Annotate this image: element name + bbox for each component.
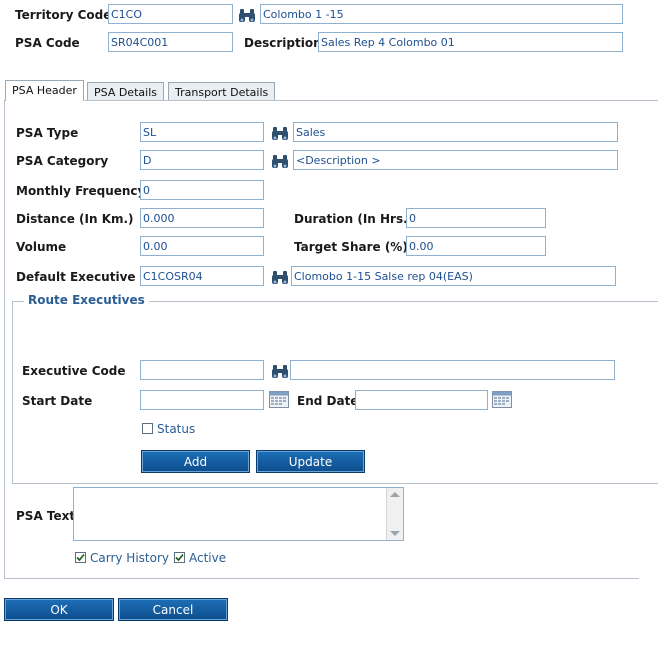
duration-input[interactable]: 0: [406, 208, 546, 228]
territory-lookup-binoculars-icon[interactable]: [237, 8, 257, 24]
default-executive-code-input[interactable]: C1COSR04: [140, 266, 264, 286]
route-executives-legend: Route Executives: [24, 293, 149, 307]
target-share-input[interactable]: 0.00: [406, 236, 546, 256]
panel-bottom-border: [4, 578, 639, 579]
description-label: Description: [244, 36, 322, 50]
monthly-frequency-label: Monthly Frequency: [16, 184, 146, 198]
default-executive-label: Default Executive: [16, 270, 136, 284]
volume-label: Volume: [16, 240, 67, 254]
psa-type-description-input[interactable]: Sales: [293, 122, 618, 142]
active-label: Active: [189, 551, 227, 565]
scroll-up-arrow-icon[interactable]: [390, 492, 400, 497]
psa-code-label: PSA Code: [15, 36, 80, 50]
scroll-down-arrow-icon[interactable]: [390, 531, 400, 536]
volume-input[interactable]: 0.00: [140, 236, 264, 256]
add-button[interactable]: Add: [141, 450, 250, 473]
psa-text-scrollbar[interactable]: [386, 488, 403, 540]
executive-code-label: Executive Code: [22, 364, 126, 378]
tab-psa-header[interactable]: PSA Header: [5, 80, 84, 101]
cancel-button[interactable]: Cancel: [118, 598, 228, 621]
psa-category-label: PSA Category: [16, 154, 109, 168]
active-checkbox[interactable]: [174, 552, 185, 563]
psa-category-lookup-binoculars-icon[interactable]: [270, 154, 290, 170]
end-date-input[interactable]: [355, 390, 488, 410]
duration-label: Duration (In Hrs.): [294, 212, 414, 226]
panel-left-border: [4, 100, 5, 578]
check-mark-icon: [76, 553, 85, 562]
tab-strip-border: [83, 100, 658, 101]
default-executive-lookup-binoculars-icon[interactable]: [270, 270, 290, 286]
psa-type-lookup-binoculars-icon[interactable]: [270, 126, 290, 142]
executive-description-input[interactable]: [290, 360, 615, 380]
territory-code-label: Territory Code: [15, 8, 112, 22]
executive-code-input[interactable]: [140, 360, 264, 380]
carry-history-checkbox[interactable]: [75, 552, 86, 563]
territory-description-input[interactable]: Colombo 1 -15: [260, 4, 623, 24]
territory-code-input[interactable]: C1CO: [108, 4, 233, 24]
end-date-calendar-icon[interactable]: [492, 391, 512, 408]
psa-category-code-input[interactable]: D: [140, 150, 264, 170]
monthly-frequency-input[interactable]: 0: [140, 180, 264, 200]
status-checkbox[interactable]: [142, 423, 153, 434]
ok-button[interactable]: OK: [4, 598, 114, 621]
psa-code-input[interactable]: SR04C001: [108, 32, 233, 52]
start-date-input[interactable]: [140, 390, 264, 410]
psa-text-label: PSA Text: [16, 509, 76, 523]
update-button[interactable]: Update: [256, 450, 365, 473]
psa-category-description-input[interactable]: <Description >: [293, 150, 618, 170]
description-input[interactable]: Sales Rep 4 Colombo 01: [318, 32, 623, 52]
distance-label: Distance (In Km.): [16, 212, 134, 226]
start-date-label: Start Date: [22, 394, 93, 408]
end-date-label: End Date: [297, 394, 359, 408]
check-mark-icon: [175, 553, 184, 562]
psa-type-code-input[interactable]: SL: [140, 122, 264, 142]
start-date-calendar-icon[interactable]: [269, 391, 289, 408]
target-share-label: Target Share (%): [294, 240, 408, 254]
psa-type-label: PSA Type: [16, 126, 79, 140]
tab-psa-details[interactable]: PSA Details: [87, 82, 164, 101]
psa-text-area[interactable]: [73, 487, 404, 541]
carry-history-label: Carry History: [90, 551, 169, 565]
status-checkbox-label: Status: [157, 422, 196, 436]
default-executive-description-input[interactable]: Clomobo 1-15 Salse rep 04(EAS): [291, 266, 616, 286]
distance-input[interactable]: 0.000: [140, 208, 264, 228]
tab-transport-details[interactable]: Transport Details: [168, 82, 276, 101]
executive-code-lookup-binoculars-icon[interactable]: [270, 364, 290, 380]
